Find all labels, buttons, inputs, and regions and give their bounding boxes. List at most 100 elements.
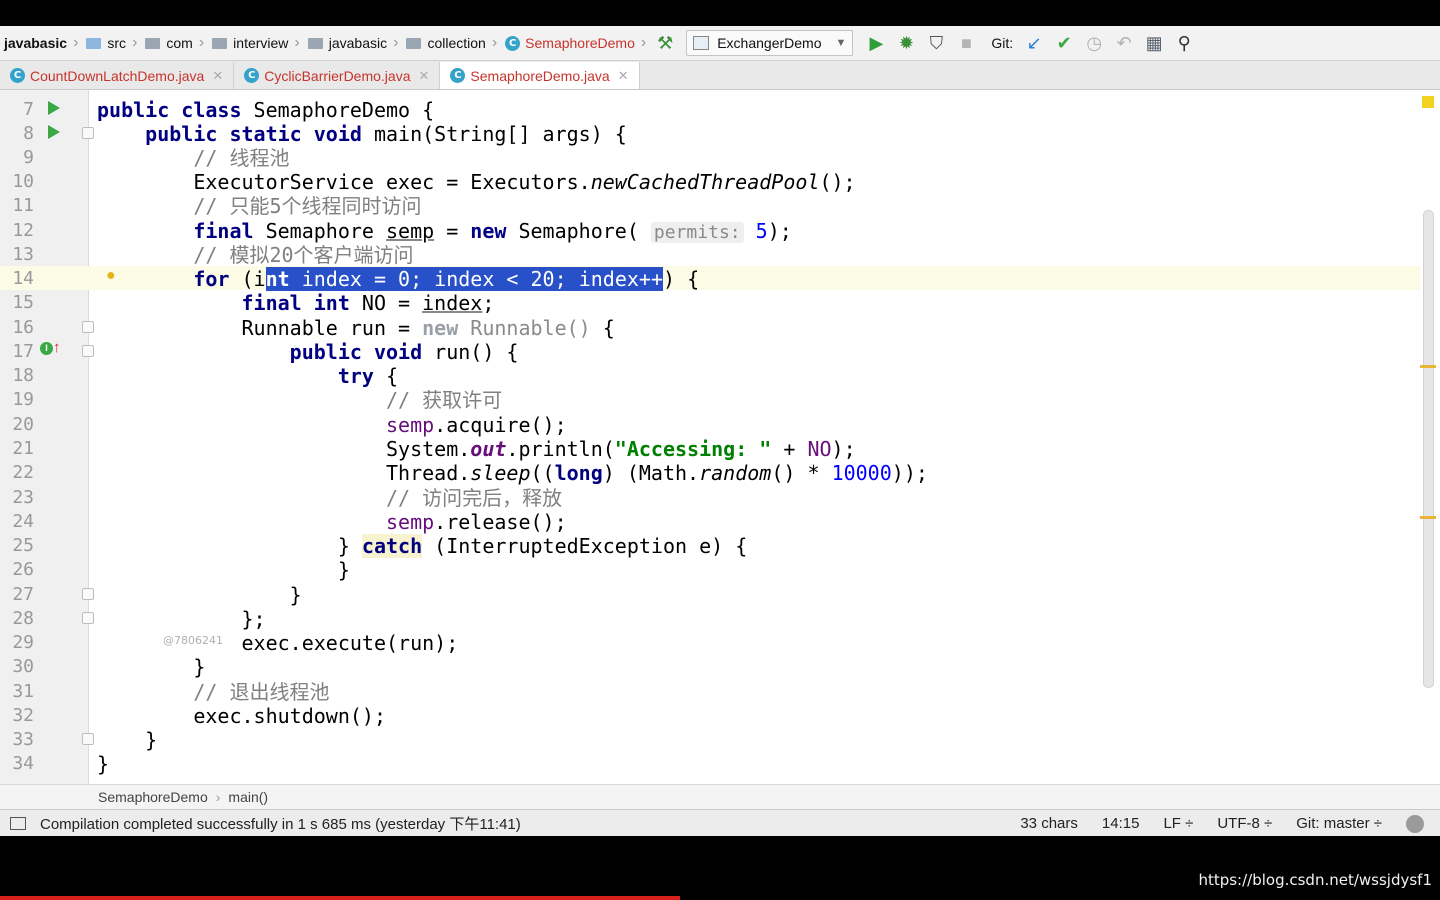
- breadcrumb-method[interactable]: main(): [228, 789, 268, 805]
- code-token: ExecutorService exec = Executors.: [97, 170, 591, 194]
- coverage-icon[interactable]: ⛉: [921, 28, 951, 58]
- chevron-right-icon: ›: [132, 34, 138, 51]
- code-text: try {: [97, 364, 398, 388]
- code-token: {: [373, 364, 399, 388]
- code-line-current: 14 ● for (int index = 0; index < 20; ind…: [0, 266, 1420, 291]
- close-icon[interactable]: ✕: [212, 68, 223, 84]
- search-icon[interactable]: ⚲: [1169, 28, 1199, 58]
- history-icon[interactable]: ◷: [1079, 28, 1109, 58]
- code-token: Thread.: [97, 461, 471, 485]
- tab-countdownlatchdemo[interactable]: C CountDownLatchDemo.java ✕: [0, 62, 235, 89]
- fold-icon[interactable]: [82, 588, 94, 600]
- crumb-src[interactable]: src ›: [82, 26, 141, 60]
- crumb-collection[interactable]: collection ›: [402, 26, 501, 60]
- breadcrumb-class[interactable]: SemaphoreDemo: [98, 789, 208, 805]
- debug-icon[interactable]: ✹: [891, 28, 921, 58]
- chevron-right-icon: ›: [198, 34, 205, 51]
- run-gutter-icon[interactable]: [48, 101, 60, 115]
- watermark-text: https://blog.csdn.net/wssjdysf1: [1198, 871, 1432, 889]
- implements-icon[interactable]: I: [40, 342, 53, 355]
- tab-label: SemaphoreDemo.java: [470, 67, 610, 84]
- code-keyword-faded: new: [422, 316, 459, 340]
- tab-cyclicbarrierdemo[interactable]: C CyclicBarrierDemo.java ✕: [234, 62, 441, 89]
- fold-icon[interactable]: [82, 733, 94, 745]
- override-icon[interactable]: ↑: [53, 339, 61, 356]
- class-icon: C: [10, 68, 25, 83]
- code-line: 30 }: [0, 654, 1420, 679]
- code-token: .release();: [434, 510, 567, 534]
- tab-semaphoredemo[interactable]: C SemaphoreDemo.java ✕: [440, 62, 640, 89]
- code-number: 20: [530, 267, 555, 291]
- revert-icon[interactable]: ↶: [1109, 28, 1139, 58]
- code-variable: NO: [807, 437, 832, 461]
- stripe-marker[interactable]: [1420, 365, 1436, 368]
- line-number: 25: [12, 535, 34, 556]
- line-number: 23: [12, 487, 34, 508]
- code-comment: // 访问完后，释放: [97, 486, 563, 510]
- code-keyword: long: [554, 461, 603, 485]
- code-token: ((: [530, 461, 555, 485]
- crumb-file[interactable]: C SemaphoreDemo ›: [501, 26, 650, 60]
- run-configuration-select[interactable]: ExchangerDemo ▼: [686, 30, 854, 56]
- code-token: =: [434, 219, 471, 243]
- crumb-javabasic[interactable]: javabasic ›: [304, 26, 403, 60]
- code-line: 10 ExecutorService exec = Executors.newC…: [0, 169, 1420, 194]
- code-comment: // 退出线程池: [97, 680, 330, 704]
- crumb-interview[interactable]: interview ›: [208, 26, 304, 60]
- code-number: 10000: [831, 461, 892, 485]
- close-icon[interactable]: ✕: [419, 68, 430, 84]
- code-keyword: final int: [241, 291, 350, 315]
- code-token: ; index <: [410, 267, 531, 291]
- code-variable: semp: [386, 219, 435, 243]
- build-hammer-icon[interactable]: ⚒: [650, 28, 680, 58]
- close-icon[interactable]: ✕: [618, 68, 629, 84]
- crumb-com[interactable]: com ›: [141, 26, 208, 60]
- fold-icon[interactable]: [82, 321, 94, 333]
- project-structure-icon[interactable]: ▦: [1139, 28, 1169, 58]
- encoding-select[interactable]: UTF-8 ÷: [1217, 815, 1272, 832]
- selection-count: 33 chars: [1020, 815, 1078, 832]
- scrollbar-thumb[interactable]: [1423, 210, 1434, 688]
- caret-position[interactable]: 14:15: [1102, 815, 1140, 832]
- code-editor[interactable]: 7 public class SemaphoreDemo { 8 public …: [0, 90, 1440, 784]
- code-static-field: out: [470, 437, 507, 461]
- line-number: 17: [12, 341, 34, 362]
- stripe-marker[interactable]: [1420, 516, 1436, 519]
- code-keyword: for: [193, 267, 230, 291]
- fold-icon[interactable]: [82, 612, 94, 624]
- code-token-faded: Runnable(): [458, 316, 591, 340]
- run-icon[interactable]: ▶: [861, 28, 891, 58]
- status-bar: Compilation completed successfully in 1 …: [0, 809, 1440, 837]
- line-separator-select[interactable]: LF ÷: [1163, 815, 1193, 832]
- line-number: 32: [12, 705, 34, 726]
- code-keyword: nt: [265, 267, 290, 291]
- event-log-icon[interactable]: [1406, 814, 1424, 833]
- fold-icon[interactable]: [82, 345, 94, 357]
- code-line: 23 // 访问完后，释放: [0, 485, 1420, 510]
- crumb-label: SemaphoreDemo: [525, 35, 635, 51]
- code-token: );: [831, 437, 856, 461]
- code-keyword: public static void: [145, 122, 362, 146]
- code-token: SemaphoreDemo {: [241, 98, 435, 122]
- folder-icon: [86, 37, 102, 49]
- chevron-right-icon: ›: [393, 34, 399, 51]
- code-keyword: public class: [97, 98, 242, 122]
- fold-icon[interactable]: [82, 127, 94, 139]
- code-comment: // 模拟20个客户端访问: [97, 243, 414, 267]
- tool-window-icon[interactable]: [10, 817, 26, 830]
- stop-icon[interactable]: ■: [951, 28, 981, 58]
- code-line: 17 I ↑ public void run() {: [0, 339, 1420, 364]
- git-branch-select[interactable]: Git: master ÷: [1296, 815, 1382, 832]
- git-update-icon[interactable]: ↙: [1019, 28, 1049, 58]
- run-gutter-icon[interactable]: [48, 125, 60, 139]
- code-comment: // 只能5个线程同时访问: [97, 194, 422, 218]
- git-commit-icon[interactable]: ✔: [1049, 28, 1079, 58]
- crumb-project[interactable]: javabasic ›: [0, 26, 82, 60]
- line-number: 19: [12, 389, 34, 410]
- code-text: } catch (InterruptedException e) {: [97, 534, 747, 558]
- warning-indicator[interactable]: [1422, 96, 1434, 108]
- line-number: 9: [23, 147, 34, 168]
- code-text: for (int index = 0; index < 20; index++)…: [97, 267, 699, 291]
